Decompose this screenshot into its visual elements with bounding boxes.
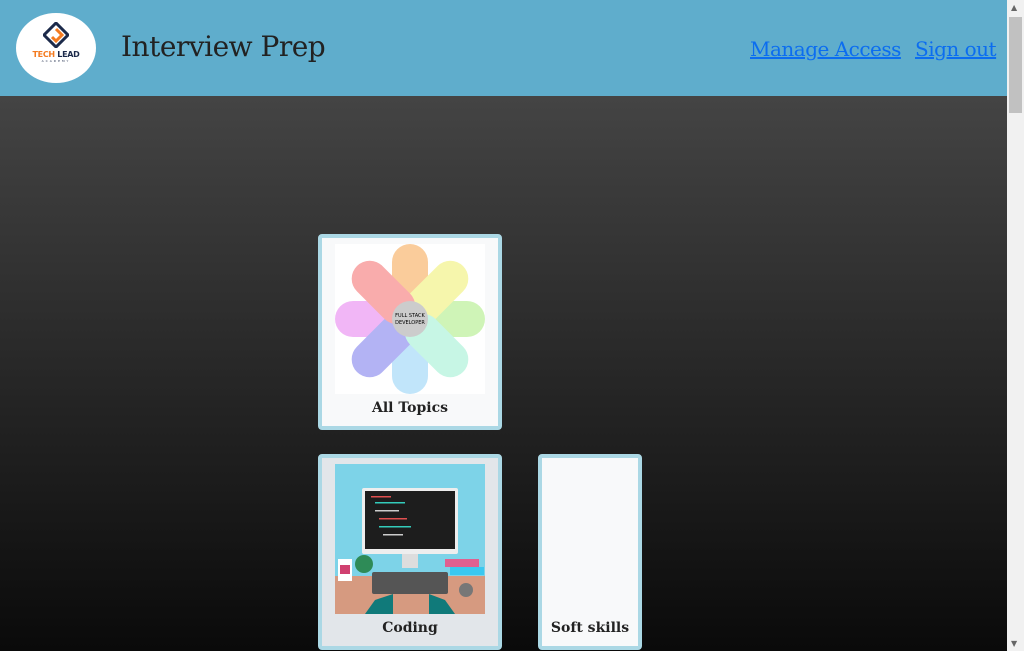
logo-subtext: ACADEMY (41, 59, 71, 63)
main-content: FULL STACK DEVELOPER All Topics Coding S… (0, 96, 1007, 651)
svg-text:FULL STACK: FULL STACK (395, 313, 425, 319)
card-coding[interactable]: Coding (318, 454, 502, 650)
card-all-topics[interactable]: FULL STACK DEVELOPER All Topics (318, 234, 502, 430)
scrollbar[interactable]: ▲ ▼ (1007, 0, 1024, 651)
scrollbar-thumb[interactable] (1009, 17, 1022, 113)
logo-text: TECH LEAD (32, 50, 80, 59)
card-label: All Topics (371, 400, 449, 416)
scroll-up-icon[interactable]: ▲ (1011, 3, 1017, 12)
card-label: Soft skills (550, 620, 630, 636)
full-stack-diagram-image: FULL STACK DEVELOPER (335, 244, 485, 394)
card-label: Coding (382, 620, 438, 636)
header: TECH LEAD ACADEMY Interview Prep Manage … (0, 0, 1007, 96)
sign-out-link[interactable]: Sign out (915, 37, 997, 61)
tech-lead-logo[interactable]: TECH LEAD ACADEMY (16, 13, 96, 83)
coding-illustration-image (335, 464, 485, 614)
logo-diamond-icon (41, 20, 71, 50)
card-soft-skills[interactable]: Soft skills (538, 454, 642, 650)
scroll-down-icon[interactable]: ▼ (1011, 639, 1017, 648)
manage-access-link[interactable]: Manage Access (750, 37, 901, 61)
svg-text:DEVELOPER: DEVELOPER (395, 320, 425, 326)
page-title: Interview Prep (121, 30, 326, 63)
